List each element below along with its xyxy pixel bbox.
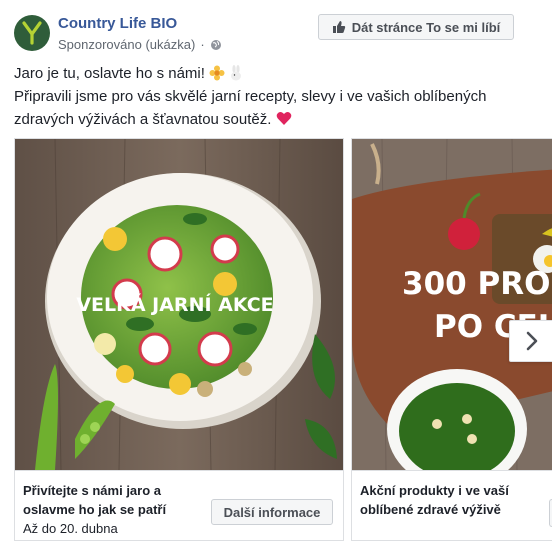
- post-line-2: Připravili jsme pro vás skvělé jarní rec…: [14, 85, 534, 131]
- like-button-label: Dát stránce To se mi líbí: [351, 19, 501, 35]
- rabbit-emoji: [231, 65, 242, 81]
- card-2-image-text-1: 300 PROD: [402, 266, 552, 302]
- post-line-2-text: Připravili jsme pro vás skvělé jarní rec…: [14, 88, 487, 128]
- post-line-1: Jaro je tu, oslavte ho s námi!: [14, 62, 534, 85]
- like-page-button[interactable]: Dát stránce To se mi líbí: [318, 14, 514, 40]
- card-2-headline-line-2: oblíbené zdravé výživě: [360, 502, 501, 517]
- chevron-right-icon: [526, 331, 537, 351]
- separator-dot: ·: [200, 37, 205, 52]
- page-avatar[interactable]: [14, 15, 50, 51]
- card-1-image-text: VELKÁ JARNÍ AKCE: [76, 293, 273, 316]
- carousel-card-1[interactable]: VELKÁ JARNÍ AKCE Přivítejte s námi jaro …: [14, 138, 344, 541]
- card-2-footer: Akční produkty i ve vaší oblíbené zdravé…: [352, 470, 552, 540]
- card-2-headline[interactable]: Akční produkty i ve vaší oblíbené zdravé…: [360, 481, 509, 519]
- sponsored-text[interactable]: Sponzorováno (ukázka): [58, 37, 195, 52]
- sponsored-label: Sponzorováno (ukázka) ·: [58, 37, 222, 52]
- heart-emoji: [276, 112, 291, 125]
- card-2-headline-line-1: Akční produkty i ve vaší: [360, 483, 509, 498]
- globe-icon: [210, 39, 221, 50]
- card-1-subline: Až do 20. dubna: [23, 521, 118, 536]
- pesto-board-photo: 300 PROD PO CEL: [352, 139, 552, 470]
- card-1-headline-line-1: Přivítejte s námi jaro a: [23, 483, 162, 498]
- thumbs-up-icon: [332, 21, 345, 33]
- card-1-footer: Přivítejte s námi jaro a oslavme ho jak …: [15, 470, 343, 540]
- country-life-logo-icon: [22, 21, 42, 45]
- carousel: VELKÁ JARNÍ AKCE Přivítejte s námi jaro …: [14, 138, 552, 541]
- flower-emoji: [209, 65, 225, 81]
- carousel-next-button[interactable]: [509, 320, 552, 362]
- risotto-bowl-photo: VELKÁ JARNÍ AKCE: [15, 139, 343, 470]
- post-text: Jaro je tu, oslavte ho s námi! Připravil…: [14, 62, 534, 131]
- card-2-image[interactable]: 300 PROD PO CEL: [352, 139, 552, 470]
- learn-more-button[interactable]: Další informace: [211, 499, 333, 525]
- post-line-1-text: Jaro je tu, oslavte ho s námi!: [14, 65, 205, 82]
- card-1-headline-line-2: oslavme ho jak se patří: [23, 502, 167, 517]
- page-name-link[interactable]: Country Life BIO: [58, 15, 177, 32]
- card-1-headline[interactable]: Přivítejte s námi jaro a oslavme ho jak …: [23, 481, 166, 519]
- card-1-image[interactable]: VELKÁ JARNÍ AKCE: [15, 139, 343, 470]
